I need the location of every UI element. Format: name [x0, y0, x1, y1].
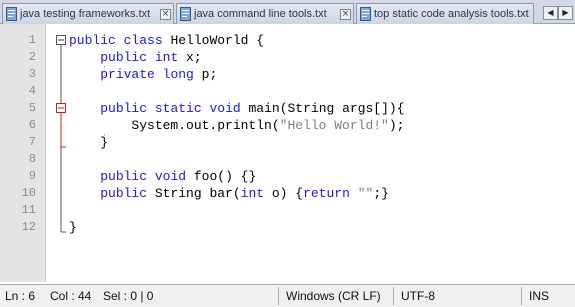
code-keyword: public — [100, 50, 148, 65]
code-keyword: int — [240, 186, 265, 201]
code-string: "" — [357, 186, 374, 201]
line-number: 12 — [21, 220, 36, 234]
code-keyword: void — [209, 101, 241, 116]
line-number: 7 — [28, 135, 36, 149]
tab-label: top static code analysis tools.txt — [374, 8, 529, 20]
code-keyword: public — [100, 101, 148, 116]
tab-close-icon[interactable]: × — [340, 8, 351, 20]
code-line: public String bar(int o) {return "";} — [69, 185, 389, 202]
tab-bar: java testing frameworks.txt × java comma… — [0, 0, 575, 24]
line-number: 5 — [28, 101, 36, 115]
code-string: "Hello World!" — [279, 118, 389, 133]
status-bar: Ln : 6 Col : 44 Sel : 0 | 0 Windows (CR … — [0, 284, 575, 307]
code-text: String bar( — [147, 186, 241, 201]
status-divider — [393, 287, 394, 305]
fold-toggle-icon[interactable] — [56, 35, 66, 45]
tab-java-testing-frameworks[interactable]: java testing frameworks.txt × — [2, 3, 174, 24]
file-icon — [180, 7, 191, 21]
code-keyword: public — [69, 33, 116, 48]
code-keyword: long — [162, 67, 194, 82]
code-keyword: private — [100, 67, 155, 82]
status-encoding[interactable]: UTF-8 — [401, 289, 435, 303]
code-text: HelloWorld { — [162, 33, 265, 48]
status-selection: Sel : 0 | 0 — [103, 289, 154, 303]
line-number: 11 — [21, 203, 36, 217]
code-text: foo() {} — [186, 169, 257, 184]
code-line: private long p; — [69, 66, 217, 83]
line-number-gutter: 1 2 3 4 5 6 7 8 9 10 11 12 — [0, 24, 46, 282]
line-number: 9 — [28, 169, 36, 183]
tab-top-static-code-analysis-tools[interactable]: top static code analysis tools.txt — [356, 3, 534, 24]
code-keyword: class — [123, 33, 163, 48]
code-line: public class HelloWorld { — [69, 32, 264, 49]
line-number: 10 — [21, 186, 36, 200]
code-keyword: static — [154, 101, 202, 116]
fold-toggle-icon[interactable] — [56, 103, 66, 113]
code-keyword: void — [154, 169, 187, 184]
code-keyword: int — [154, 50, 179, 65]
code-line: } — [69, 134, 108, 151]
code-keyword: public — [100, 169, 148, 184]
code-text: ); — [388, 118, 405, 133]
file-icon — [360, 7, 371, 21]
status-divider — [521, 287, 522, 305]
tab-scroll-buttons: ◀ ▶ — [543, 6, 573, 20]
code-text: } — [69, 220, 77, 235]
line-number: 4 — [28, 84, 36, 98]
code-text: } — [69, 135, 109, 150]
status-line: Ln : 6 — [5, 289, 36, 303]
status-column: Col : 44 — [50, 289, 92, 303]
tab-label: java testing frameworks.txt — [20, 8, 151, 20]
line-number: 2 — [28, 50, 36, 64]
code-line: } — [69, 219, 77, 236]
code-line: public void foo() {} — [69, 168, 256, 185]
code-text: System.out.println( — [69, 118, 280, 133]
file-icon — [6, 7, 17, 21]
code-line: public int x; — [69, 49, 202, 66]
code-text: main(String args[]){ — [240, 101, 405, 116]
code-keyword: public — [100, 186, 148, 201]
status-divider — [278, 287, 279, 305]
status-eol-format[interactable]: Windows (CR LF) — [286, 289, 381, 303]
line-number: 3 — [28, 67, 36, 81]
code-text: p; — [193, 67, 218, 82]
code-keyword: return — [303, 186, 350, 201]
tab-scroll-left-icon[interactable]: ◀ — [543, 6, 558, 20]
tab-close-icon[interactable]: × — [160, 8, 171, 20]
tab-java-command-line-tools[interactable]: java command line tools.txt × — [176, 3, 354, 24]
line-number: 6 — [28, 118, 36, 132]
code-editor[interactable]: 1 2 3 4 5 6 7 8 9 10 11 12 public class … — [0, 24, 575, 282]
code-text: ;} — [373, 186, 389, 201]
tab-label: java command line tools.txt — [194, 8, 327, 20]
code-text: x; — [178, 50, 202, 65]
tab-scroll-right-icon[interactable]: ▶ — [558, 6, 573, 20]
code-text: o) { — [264, 186, 304, 201]
code-line: public static void main(String args[]){ — [69, 100, 405, 117]
fold-margin — [56, 35, 66, 233]
line-number: 1 — [28, 33, 36, 47]
code-line: System.out.println("Hello World!"); — [69, 117, 404, 134]
status-insert-mode[interactable]: INS — [529, 289, 549, 303]
line-number: 8 — [28, 152, 36, 166]
